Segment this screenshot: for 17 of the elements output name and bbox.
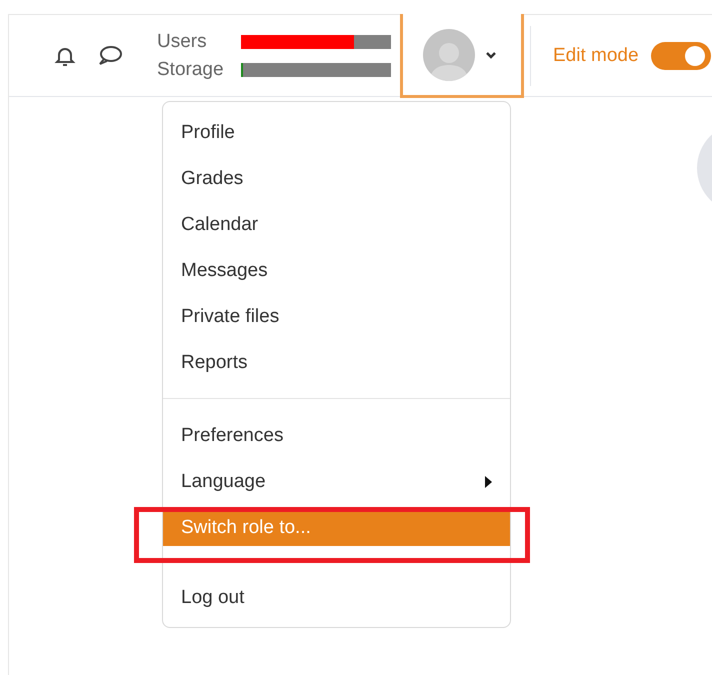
menu-item[interactable]: Private files	[163, 294, 510, 340]
menu-item[interactable]: Grades	[163, 156, 510, 202]
menu-item[interactable]: Messages	[163, 248, 510, 294]
menu-item[interactable]: Calendar	[163, 202, 510, 248]
quota-label: Users	[157, 30, 208, 52]
edit-mode-label: Edit mode	[553, 44, 639, 66]
menu-item[interactable]: Log out	[163, 575, 510, 621]
messages-button[interactable]	[97, 44, 123, 66]
avatar-icon	[423, 28, 475, 80]
chevron-down-icon	[485, 50, 497, 58]
edit-mode-switch[interactable]	[650, 42, 711, 70]
speech-bubble-icon	[97, 44, 123, 66]
menu-item[interactable]: Profile	[163, 110, 510, 156]
menu-item[interactable]: Preferences	[163, 413, 510, 459]
menu-item[interactable]: Language	[163, 459, 510, 505]
quota-label: Storage	[157, 58, 225, 80]
menu-item[interactable]: Reports	[163, 340, 510, 386]
